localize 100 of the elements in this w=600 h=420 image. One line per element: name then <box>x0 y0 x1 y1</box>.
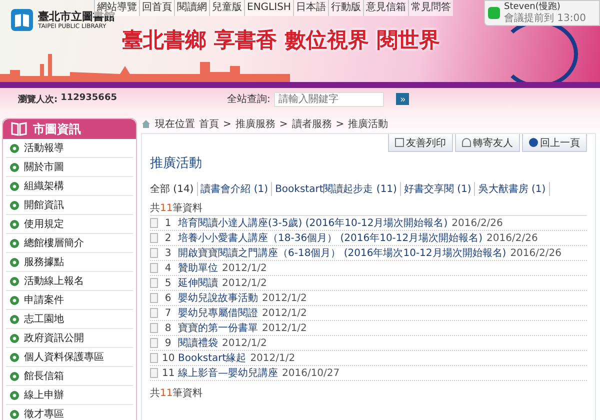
sidebar-item[interactable]: 館長信箱 <box>6 367 133 386</box>
action-button[interactable]: 回上一頁 <box>522 134 587 152</box>
breadcrumb-separator: > <box>336 118 344 130</box>
visitor-count: 112935665 <box>60 92 117 104</box>
item-date: 2016/2/26 <box>510 248 562 258</box>
book-logo-icon <box>10 8 34 32</box>
notification-message: 會議提前到 13:00 <box>504 13 586 24</box>
search-field[interactable]: 請輸入關鍵字 <box>274 92 384 106</box>
item-link[interactable]: 贊助單位 <box>178 261 218 275</box>
item-date: 2012/1/2 <box>262 308 307 318</box>
book-icon <box>11 122 27 136</box>
banner-slogan: 臺北書鄉 <box>122 27 206 54</box>
arrow-circle-icon <box>10 162 19 172</box>
banner-slogan: 數位視界 <box>285 27 369 54</box>
arrow-circle-icon <box>10 296 19 304</box>
arrow-circle-icon <box>10 352 19 362</box>
sidebar-item[interactable]: 申請案件 <box>6 291 133 310</box>
nav-link[interactable]: 行動版 <box>328 0 363 16</box>
sidebar-item[interactable]: 志工園地 <box>6 310 133 329</box>
banner-slogan: 享書香 <box>214 27 277 54</box>
item-link[interactable]: 線上影音—嬰幼兒講座 <box>178 366 278 380</box>
nav-link[interactable]: 常見問答 <box>408 0 453 16</box>
item-link[interactable]: 寶寶的第一份書單 <box>178 321 258 335</box>
item-date: 2016/10/27 <box>282 368 340 378</box>
arrow-circle-icon <box>10 258 19 266</box>
sidebar-item[interactable]: 活動報導 <box>6 139 133 158</box>
sidebar-item[interactable]: 組織架構 <box>6 177 133 196</box>
breadcrumb-separator: > <box>223 118 232 130</box>
arrow-circle-icon <box>10 410 19 418</box>
nav-link[interactable]: 回首頁 <box>139 0 174 16</box>
sidebar-item[interactable]: 總館樓層簡介 <box>6 234 133 253</box>
item-link[interactable]: 嬰幼兒專屬借閱證 <box>178 306 258 320</box>
item-date: 2012/1/2 <box>222 262 267 274</box>
sidebar-item[interactable]: 使用規定 <box>6 215 133 234</box>
arrow-circle-icon <box>10 182 19 190</box>
item-link[interactable]: 閱讀禮袋 <box>178 336 218 350</box>
breadcrumb-link[interactable]: 推廣服務 <box>235 117 276 131</box>
item-link[interactable]: 培養小小愛書人講座（18-36個月） (2016年10-12月場次開始報名) <box>178 231 483 245</box>
sidebar-item[interactable]: 政府資訊公開 <box>6 329 133 348</box>
breadcrumb-link[interactable]: 首頁 <box>199 117 219 131</box>
filter-link[interactable]: Bookstart閱讀起步走 (11) <box>272 182 401 196</box>
page-title: 推廣活動 <box>150 155 203 172</box>
item-number: 5 <box>164 278 172 288</box>
filter-link[interactable]: 讀書會介紹 (1) <box>198 182 272 196</box>
item-date: 2012/1/2 <box>262 292 307 304</box>
item-number: 3 <box>164 248 172 258</box>
item-date: 2012/1/2 <box>250 352 296 364</box>
arrow-circle-icon <box>10 220 19 228</box>
action-button[interactable]: 友善列印 <box>388 134 453 152</box>
notification-popup[interactable]: Steven(慢跑) 會議提前到 13:00 <box>484 0 600 26</box>
nav-link[interactable]: 意見信箱 <box>362 0 408 16</box>
arrow-circle-icon <box>10 144 19 152</box>
filter-link[interactable]: 全部 (14) <box>150 182 198 196</box>
sidebar-item[interactable]: 線上申辦 <box>6 386 133 405</box>
sidebar-item[interactable]: 個人資料保護專區 <box>6 348 133 367</box>
sidebar-item[interactable]: 關於市圖 <box>6 158 133 177</box>
item-link[interactable]: 延伸閱讀 <box>178 276 218 290</box>
arrow-circle-icon <box>10 334 19 342</box>
notification-sender: Steven(慢跑) <box>504 2 562 12</box>
nav-link[interactable]: 日本語 <box>292 0 328 16</box>
item-link[interactable]: Bookstart緣起 <box>178 351 246 365</box>
item-number: 11 <box>162 368 174 378</box>
banner-slogan: 閱世界 <box>377 27 440 54</box>
item-date: 2012/1/2 <box>222 278 267 288</box>
sidebar-item[interactable]: 徵才專區 <box>6 405 133 420</box>
action-button[interactable]: 轉寄友人 <box>455 134 520 152</box>
search-label: 全站查詢: <box>226 92 270 106</box>
sidebar-item[interactable]: 開館資訊 <box>6 196 133 215</box>
nav-link[interactable]: 兒童版 <box>209 0 244 16</box>
sidebar-title: 市圖資訊 <box>33 120 81 138</box>
arrow-circle-icon <box>10 314 19 324</box>
item-number: 4 <box>164 262 172 274</box>
item-number: 10 <box>162 352 174 364</box>
arrow-circle-icon <box>10 390 19 400</box>
sidebar-item[interactable]: 活動線上報名 <box>6 272 133 291</box>
item-date: 2016/2/26 <box>486 232 538 244</box>
breadcrumb-label: 現在位置 <box>155 118 195 131</box>
chat-icon <box>488 7 500 19</box>
item-link[interactable]: 嬰幼兒說故事活動 <box>178 291 258 305</box>
nav-link[interactable]: 閱讀網 <box>174 0 209 16</box>
item-date: 2012/1/2 <box>262 322 307 334</box>
sidebar-item[interactable]: 服務據點 <box>6 253 133 272</box>
item-date: 2012/1/2 <box>222 338 267 348</box>
filter-link[interactable]: 好書交享閱 (1) <box>400 182 476 196</box>
item-number: 9 <box>164 338 172 348</box>
item-number: 2 <box>164 232 172 244</box>
item-number: 6 <box>164 292 172 304</box>
filter-link[interactable]: 吳大猷書房 (1) <box>475 182 550 196</box>
item-number: 1 <box>164 218 172 228</box>
breadcrumb-separator: > <box>279 118 288 130</box>
item-link[interactable]: 培育閱讀小達人講座(3-5歲) (2016年10-12月場次開始報名) <box>178 216 448 230</box>
arrow-circle-icon <box>10 276 19 286</box>
arrow-circle-icon <box>10 200 19 210</box>
item-link[interactable]: 開啟寶寶閱讀之門講座（6-18個月） (2016年場次10-12月場次開始報名) <box>178 246 506 260</box>
record-count: 共11筆資料 <box>150 386 204 400</box>
nav-link[interactable]: ENGLISH <box>244 0 293 16</box>
breadcrumb-link[interactable]: 讀者服務 <box>292 117 332 131</box>
search-button[interactable]: » <box>396 93 410 105</box>
arrow-circle-icon <box>10 238 19 248</box>
breadcrumb-link[interactable]: 推廣活動 <box>348 117 388 131</box>
